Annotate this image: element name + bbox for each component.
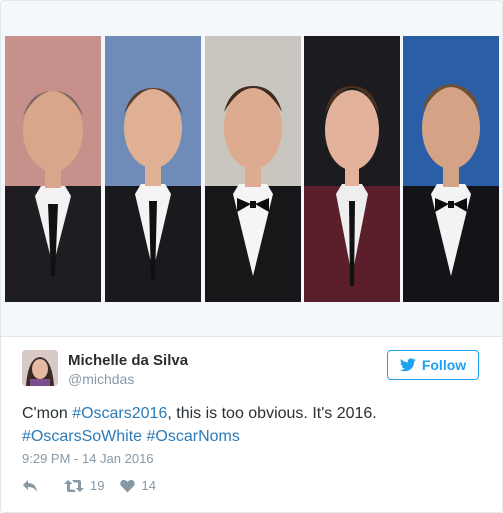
actor-portrait-2	[105, 36, 201, 302]
retweet-count: 19	[90, 478, 105, 493]
tweet-photo[interactable]	[1, 1, 502, 337]
tweet-actions: 19 14	[22, 478, 156, 493]
twitter-bird-icon	[399, 358, 416, 372]
heart-icon	[120, 479, 136, 492]
author-avatar[interactable]	[22, 350, 58, 386]
author-handle[interactable]: @michdas	[68, 371, 134, 387]
actor-portrait-1	[5, 36, 101, 302]
follow-button[interactable]: Follow	[387, 350, 479, 380]
reply-button[interactable]	[22, 479, 38, 493]
actor-portrait-5	[403, 36, 499, 302]
hashtag-oscars2016[interactable]: #Oscars2016	[72, 405, 167, 422]
actor-portrait-3	[205, 36, 301, 302]
tweet-text-part-2: , this is too obvious. It's 2016.	[167, 405, 377, 422]
actor-portrait-4	[304, 36, 400, 302]
retweet-button[interactable]: 19	[64, 478, 104, 493]
tweet-text: C'mon #Oscars2016, this is too obvious. …	[22, 402, 482, 448]
author-name[interactable]: Michelle da Silva	[68, 352, 188, 369]
hashtag-oscarnoms[interactable]: #OscarNoms	[147, 428, 240, 445]
like-button[interactable]: 14	[120, 478, 156, 493]
retweet-icon	[64, 479, 84, 492]
tweet-text-part-1: C'mon	[22, 405, 73, 422]
tweet-timestamp[interactable]: 9:29 PM - 14 Jan 2016	[22, 451, 154, 466]
hashtag-oscarssowhite[interactable]: #OscarsSoWhite	[22, 428, 142, 445]
reply-icon	[23, 479, 37, 492]
like-count: 14	[141, 478, 156, 493]
embedded-tweet-card: Michelle da Silva @michdas Follow C'mon …	[0, 0, 503, 513]
follow-label: Follow	[421, 357, 467, 373]
